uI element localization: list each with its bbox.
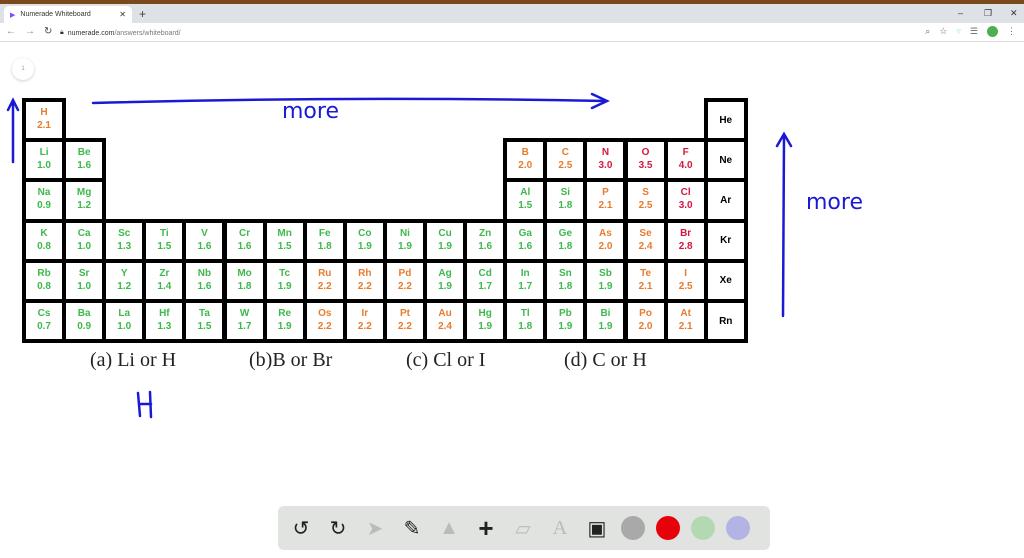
question-b: (b)B or Br (249, 349, 333, 371)
image-icon[interactable]: ▣ (584, 515, 610, 541)
question-a: (a) Li or H (90, 349, 177, 371)
color-swatch[interactable] (691, 516, 715, 540)
question-c: (c) Cl or I (406, 349, 486, 371)
handwritten-answer-h (136, 390, 153, 419)
color-swatch[interactable] (656, 516, 680, 540)
color-swatch[interactable] (726, 516, 750, 540)
redo-icon[interactable]: ↻ (325, 515, 351, 541)
text-icon[interactable]: A (547, 515, 573, 541)
undo-icon[interactable]: ↺ (288, 515, 314, 541)
top-arrow-line (91, 97, 608, 105)
eraser-icon[interactable]: ▱ (510, 515, 536, 541)
whiteboard-toolbar: ↺ ↻ ➤ ✎ ▲ + ▱ A ▣ (278, 506, 770, 550)
pencil-icon[interactable]: ✎ (399, 515, 425, 541)
shapes-icon[interactable]: ▲ (436, 515, 462, 541)
side-arrow-label: more (806, 190, 863, 215)
pointer-icon[interactable]: ➤ (362, 515, 388, 541)
left-arrow (6, 97, 20, 164)
handwriting-layer: more more (6, 92, 863, 419)
plus-icon[interactable]: + (473, 513, 499, 543)
side-arrow (775, 131, 793, 318)
color-swatch[interactable] (621, 516, 645, 540)
question-d: (d) C or H (564, 349, 647, 371)
top-arrow-label: more (282, 99, 339, 124)
